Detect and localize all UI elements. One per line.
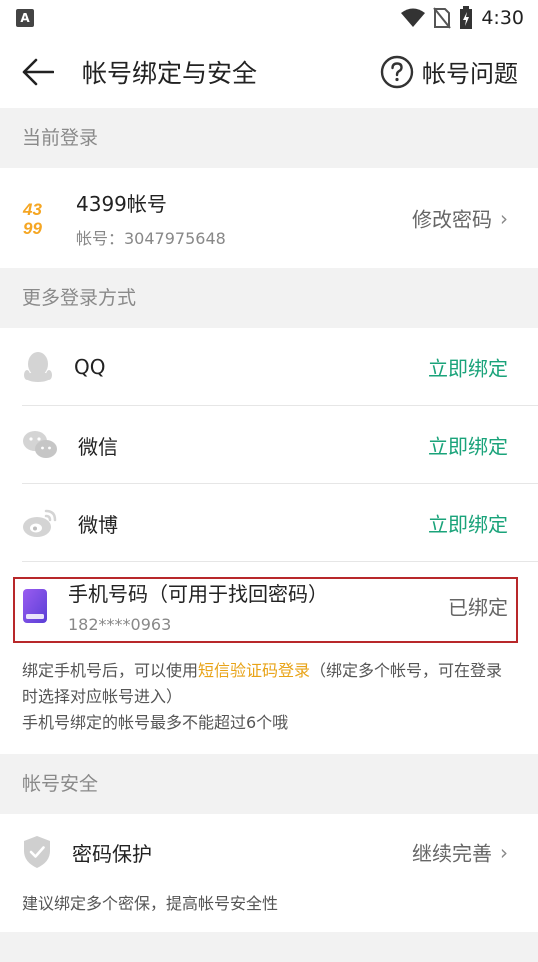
battery-charging-icon — [460, 6, 473, 29]
weibo-icon — [23, 509, 57, 537]
app-notification-icon: A — [16, 9, 34, 27]
4399-logo-icon: 43 99 — [22, 200, 42, 238]
phone-icon — [23, 589, 47, 623]
bind-weibo-button[interactable]: 立即绑定 — [428, 509, 508, 538]
wifi-icon — [401, 8, 426, 27]
sms-login-link[interactable]: 短信验证码登录 — [198, 661, 310, 680]
back-button[interactable] — [16, 50, 60, 94]
notes-line-1: 绑定手机号后，可以使用短信验证码登录（绑定多个帐号，可在登录时选择对应帐号进入） — [22, 661, 503, 706]
login-method-label: QQ — [74, 355, 106, 379]
account-help-button[interactable]: 帐号问题 — [380, 54, 518, 89]
status-icons: 4:30 — [401, 6, 524, 30]
continue-improve-label: 继续完善 — [412, 841, 492, 866]
shield-check-icon — [24, 836, 50, 868]
login-method-label: 微信 — [78, 434, 118, 459]
status-time: 4:30 — [481, 7, 524, 29]
security-card: 密码保护 继续完善 › 建议绑定多个密保，提高帐号安全性 — [0, 814, 538, 932]
status-bar: A 4:30 — [0, 0, 538, 36]
password-protection-label: 密码保护 — [72, 841, 152, 866]
login-method-weibo[interactable]: 微博 立即绑定 — [0, 484, 538, 562]
chevron-right-icon: › — [500, 840, 508, 864]
login-method-label: 微博 — [78, 512, 118, 537]
phone-binding-notes: 绑定手机号后，可以使用短信验证码登录（绑定多个帐号，可在登录时选择对应帐号进入）… — [0, 650, 538, 754]
account-name: 4399帐号 — [76, 191, 167, 216]
section-more-login: 更多登录方式 — [0, 268, 538, 328]
logo-text-top: 43 — [22, 200, 42, 219]
change-password-button[interactable]: 修改密码 › — [412, 204, 508, 233]
wechat-icon — [23, 431, 57, 458]
logo-text-bottom: 99 — [23, 219, 42, 238]
bind-wechat-button[interactable]: 立即绑定 — [428, 431, 508, 460]
phone-number: 182****0963 — [68, 615, 172, 634]
phone-title: 手机号码（可用于找回密码） — [68, 582, 328, 606]
no-sim-icon — [433, 7, 452, 29]
bottom-strip — [0, 946, 538, 962]
qq-icon — [24, 352, 52, 382]
current-account-row[interactable]: 43 99 4399帐号 帐号：3047975648 修改密码 › — [0, 168, 538, 268]
account-id: 帐号：3047975648 — [76, 228, 226, 248]
section-current-login: 当前登录 — [0, 108, 538, 168]
continue-improve-button[interactable]: 继续完善 › — [412, 838, 508, 867]
change-password-label: 修改密码 — [412, 207, 492, 232]
back-arrow-icon — [22, 58, 54, 86]
login-method-phone[interactable]: 手机号码（可用于找回密码） 182****0963 已绑定 — [0, 562, 538, 650]
section-security: 帐号安全 — [0, 754, 538, 814]
page-title: 帐号绑定与安全 — [82, 59, 258, 88]
login-method-qq[interactable]: QQ 立即绑定 — [0, 328, 538, 406]
title-bar: 帐号绑定与安全 帐号问题 — [0, 36, 538, 108]
current-account-card: 43 99 4399帐号 帐号：3047975648 修改密码 › — [0, 168, 538, 268]
login-methods-card: QQ 立即绑定 微信 立即绑定 微博 立即绑定 手机号码（可用于找回密码） 18… — [0, 328, 538, 754]
security-note: 建议绑定多个密保，提高帐号安全性 — [0, 890, 538, 932]
question-circle-icon — [380, 55, 414, 88]
help-label: 帐号问题 — [422, 60, 518, 88]
notes-line-2: 手机号绑定的帐号最多不能超过6个哦 — [22, 713, 289, 732]
bind-qq-button[interactable]: 立即绑定 — [428, 353, 508, 382]
password-protection-row[interactable]: 密码保护 继续完善 › — [0, 814, 538, 890]
phone-bound-status: 已绑定 — [448, 595, 508, 620]
login-method-wechat[interactable]: 微信 立即绑定 — [0, 406, 538, 484]
account-info: 4399帐号 帐号：3047975648 — [76, 188, 226, 249]
chevron-right-icon: › — [500, 206, 508, 230]
